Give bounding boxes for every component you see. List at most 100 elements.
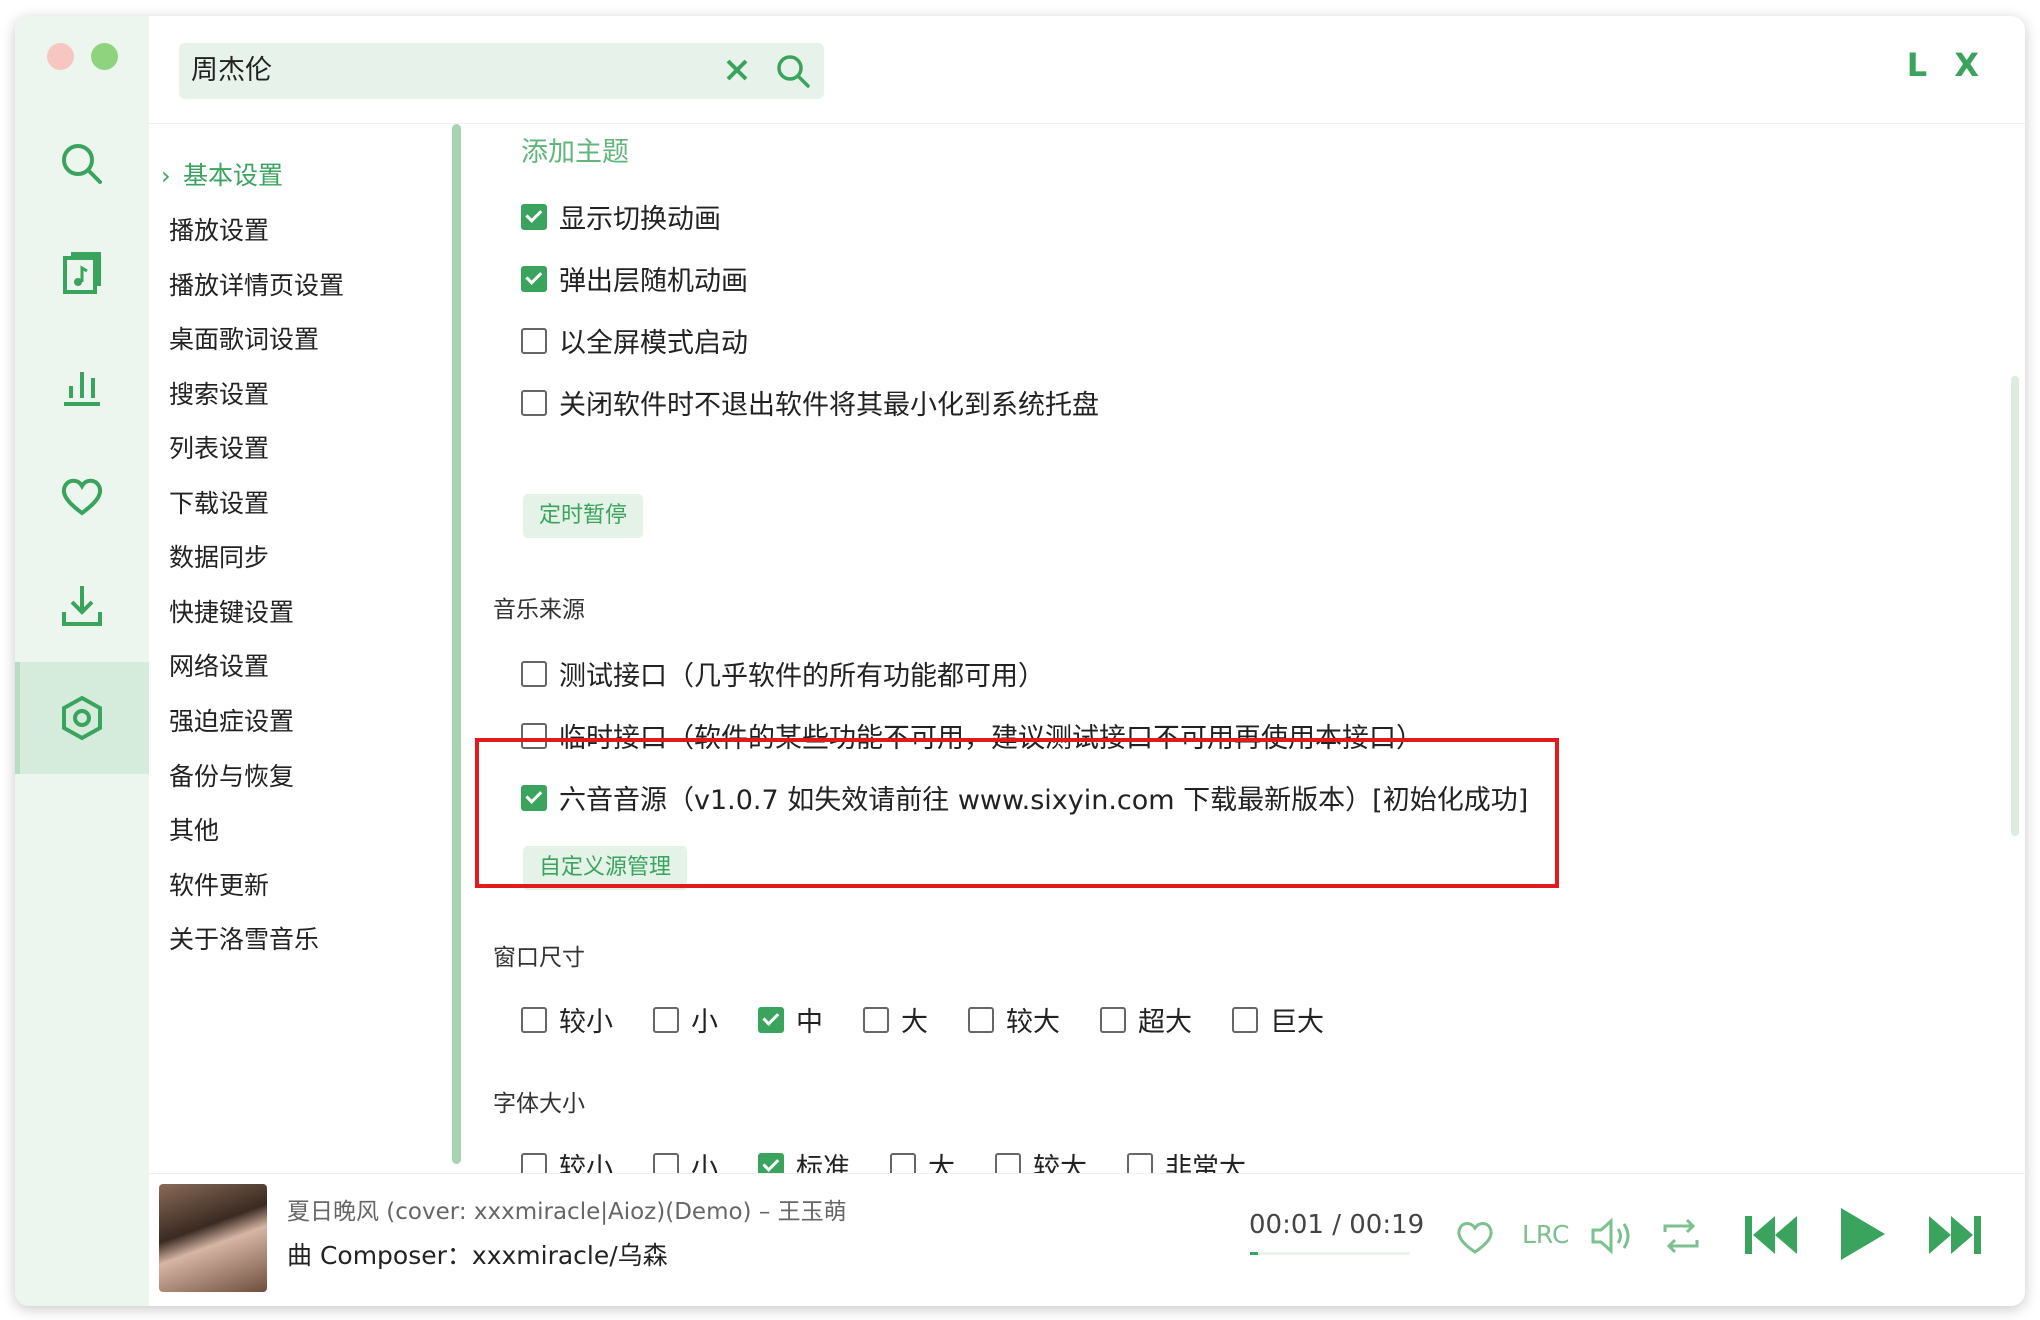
font-size-heading: 字体大小 bbox=[493, 1091, 585, 1117]
album-cover[interactable] bbox=[159, 1184, 267, 1292]
option-label: 以全屏模式启动 bbox=[559, 328, 748, 359]
maximize-window-button[interactable] bbox=[91, 43, 118, 70]
content-scrollbar[interactable] bbox=[2011, 376, 2019, 836]
search-box[interactable]: 周杰伦 bbox=[179, 43, 824, 99]
nav-item-network[interactable]: 网络设置 bbox=[169, 647, 269, 687]
nav-item-download[interactable]: 下载设置 bbox=[169, 484, 269, 524]
settings-nav: › 基本设置 播放设置 播放详情页设置 桌面歌词设置 搜索设置 列表设置 下载设置… bbox=[149, 124, 444, 1189]
option-label: 中 bbox=[796, 1007, 823, 1038]
checkbox[interactable] bbox=[1232, 1006, 1258, 1033]
window-size-option[interactable]: 较大 bbox=[968, 1000, 1060, 1039]
option-label: 显示切换动画 bbox=[559, 204, 721, 235]
heart-icon bbox=[61, 478, 103, 516]
rail-leaderboard-button[interactable] bbox=[15, 330, 149, 442]
option-label: 较大 bbox=[1006, 1007, 1060, 1038]
checkbox[interactable] bbox=[968, 1006, 994, 1033]
checkbox[interactable] bbox=[1100, 1006, 1126, 1033]
checkbox[interactable] bbox=[653, 1006, 679, 1033]
close-window-button[interactable] bbox=[47, 43, 74, 70]
rail-favorites-button[interactable] bbox=[15, 440, 149, 552]
option-label: 弹出层随机动画 bbox=[559, 266, 748, 297]
nav-item-play-detail[interactable]: 播放详情页设置 bbox=[169, 266, 344, 306]
source-test-api[interactable]: 测试接口（几乎软件的所有功能都可用） bbox=[521, 654, 1045, 693]
download-icon bbox=[62, 586, 102, 626]
prev-icon[interactable] bbox=[1741, 1210, 1801, 1260]
chart-icon bbox=[64, 372, 100, 406]
option-label: 大 bbox=[901, 1007, 928, 1038]
option-label: 巨大 bbox=[1270, 1007, 1324, 1038]
window-size-option[interactable]: 小 bbox=[653, 1000, 718, 1039]
progress-bar[interactable] bbox=[1250, 1252, 1410, 1255]
checkbox[interactable] bbox=[521, 660, 547, 687]
window-size-option[interactable]: 巨大 bbox=[1232, 1000, 1324, 1039]
nav-item-about[interactable]: 关于洛雪音乐 bbox=[169, 920, 319, 960]
option-label: 超大 bbox=[1138, 1007, 1192, 1038]
lrc-toggle[interactable]: LRC bbox=[1522, 1220, 1570, 1249]
option-fullscreen-start[interactable]: 以全屏模式启动 bbox=[521, 321, 748, 360]
checkbox[interactable] bbox=[521, 1006, 547, 1033]
checkbox-checked[interactable] bbox=[521, 203, 547, 230]
music-source-heading: 音乐来源 bbox=[493, 597, 585, 623]
window-size-heading: 窗口尺寸 bbox=[493, 945, 585, 971]
option-label: 小 bbox=[691, 1007, 718, 1038]
play-icon[interactable] bbox=[1833, 1204, 1889, 1264]
option-label: 测试接口（几乎软件的所有功能都可用） bbox=[559, 661, 1045, 692]
music-list-icon bbox=[63, 252, 101, 294]
progress-fill bbox=[1250, 1252, 1258, 1255]
checkbox[interactable] bbox=[521, 389, 547, 416]
rail-songlist-button[interactable] bbox=[15, 218, 149, 330]
option-popup-animation[interactable]: 弹出层随机动画 bbox=[521, 259, 748, 298]
settings-icon bbox=[62, 695, 102, 741]
checkbox[interactable] bbox=[863, 1006, 889, 1033]
track-title: 夏日晚风 (cover: xxxmiracle|Aioz)(Demo) – 王玉… bbox=[287, 1199, 847, 1225]
chevron-right-icon: › bbox=[161, 162, 171, 190]
checkbox-checked[interactable] bbox=[521, 265, 547, 292]
search-input[interactable]: 周杰伦 bbox=[191, 43, 272, 99]
nav-item-list[interactable]: 列表设置 bbox=[169, 429, 269, 469]
option-switch-animation[interactable]: 显示切换动画 bbox=[521, 197, 721, 236]
playback-time: 00:01 / 00:19 bbox=[1249, 1210, 1424, 1240]
nav-item-play[interactable]: 播放设置 bbox=[169, 211, 269, 251]
search-icon bbox=[62, 144, 102, 184]
nav-item-backup[interactable]: 备份与恢复 bbox=[169, 757, 294, 797]
left-rail bbox=[15, 16, 149, 1306]
volume-icon[interactable] bbox=[1589, 1214, 1635, 1258]
nav-scrollbar[interactable] bbox=[452, 124, 461, 1164]
current-lyric: 曲 Composer：xxxmiracle/乌森 bbox=[287, 1241, 668, 1270]
nav-item-other[interactable]: 其他 bbox=[169, 811, 219, 851]
timer-pause-button[interactable]: 定时暂停 bbox=[523, 494, 644, 538]
nav-item-ocd[interactable]: 强迫症设置 bbox=[169, 702, 294, 742]
nav-item-hotkey[interactable]: 快捷键设置 bbox=[169, 593, 294, 633]
repeat-icon[interactable] bbox=[1659, 1214, 1703, 1258]
window-size-option[interactable]: 大 bbox=[863, 1000, 928, 1039]
like-heart-icon[interactable] bbox=[1453, 1214, 1497, 1258]
time-separator: / bbox=[1332, 1210, 1341, 1240]
settings-content: 添加主题 显示切换动画 弹出层随机动画 以全屏模式启动 关闭软件时不退出软件将其… bbox=[461, 124, 2001, 1189]
add-theme-link[interactable]: 添加主题 bbox=[521, 130, 629, 169]
option-label: 关闭软件时不退出软件将其最小化到系统托盘 bbox=[559, 390, 1099, 421]
top-bar: 周杰伦 L X bbox=[149, 16, 2025, 124]
nav-item-desktop-lyric[interactable]: 桌面歌词设置 bbox=[169, 320, 319, 360]
checkbox[interactable] bbox=[521, 327, 547, 354]
rail-settings-button[interactable] bbox=[15, 662, 149, 774]
rail-download-button[interactable] bbox=[15, 550, 149, 662]
nav-item-search[interactable]: 搜索设置 bbox=[169, 375, 269, 415]
checkbox-checked[interactable] bbox=[758, 1006, 784, 1033]
search-submit-icon[interactable] bbox=[774, 52, 812, 90]
annotation-highlight-box bbox=[475, 738, 1559, 888]
window-size-option[interactable]: 中 bbox=[758, 1000, 823, 1039]
nav-item-label: 基本设置 bbox=[183, 161, 284, 190]
time-current: 00:01 bbox=[1249, 1210, 1324, 1240]
option-minimize-tray[interactable]: 关闭软件时不退出软件将其最小化到系统托盘 bbox=[521, 383, 1099, 422]
nav-item-sync[interactable]: 数据同步 bbox=[169, 538, 269, 578]
nav-item-basic[interactable]: › 基本设置 bbox=[161, 156, 283, 196]
next-icon[interactable] bbox=[1925, 1210, 1985, 1260]
time-total: 00:19 bbox=[1349, 1210, 1425, 1240]
window-size-option[interactable]: 超大 bbox=[1100, 1000, 1192, 1039]
clear-icon[interactable] bbox=[722, 55, 752, 85]
window-size-option[interactable]: 较小 bbox=[521, 1000, 613, 1039]
nav-item-update[interactable]: 软件更新 bbox=[169, 866, 269, 906]
app-window: 周杰伦 L X › 基本设置 播放设置 播放详情页设置 桌面歌词设置 搜索设置 列… bbox=[15, 16, 2025, 1306]
rail-search-button[interactable] bbox=[15, 108, 149, 220]
option-label: 较小 bbox=[559, 1007, 613, 1038]
